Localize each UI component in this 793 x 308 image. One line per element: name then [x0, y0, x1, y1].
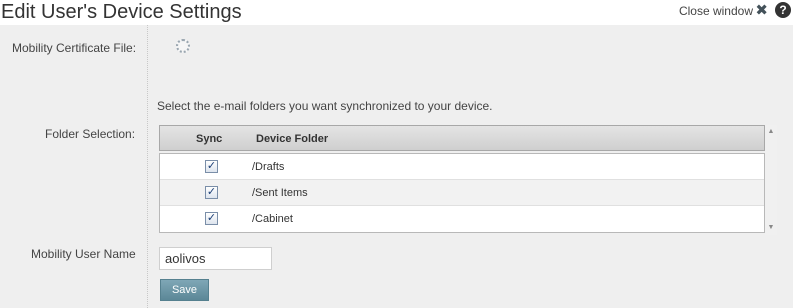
- table-body: ✓ /Drafts ✓ /Sent Items ✓ /Cabinet: [159, 153, 765, 233]
- sync-checkbox[interactable]: ✓: [205, 212, 218, 225]
- table-row: ✓ /Cabinet: [160, 206, 764, 232]
- loading-spinner-icon: [176, 39, 190, 53]
- certificate-file-label: Mobility Certificate File:: [12, 41, 137, 55]
- folder-selection-label: Folder Selection:: [45, 127, 136, 141]
- mobility-user-name-input[interactable]: [159, 247, 272, 270]
- settings-form: Mobility Certificate File: Folder Select…: [0, 25, 793, 308]
- folder-name: /Drafts: [252, 161, 285, 173]
- table-row: ✓ /Sent Items: [160, 180, 764, 206]
- label-column: Mobility Certificate File: Folder Select…: [0, 25, 148, 308]
- help-icon[interactable]: ?: [775, 2, 791, 18]
- mobility-user-name-label: Mobility User Name: [31, 247, 136, 261]
- folder-table: Sync Device Folder ✓ /Drafts ✓ /Sent Ite…: [159, 125, 765, 235]
- scroll-down-icon[interactable]: ▼: [765, 223, 777, 233]
- table-header: Sync Device Folder: [159, 125, 765, 151]
- folder-name: /Sent Items: [252, 187, 308, 199]
- dialog-header: Edit User's Device Settings Close window…: [0, 0, 793, 25]
- column-header-device-folder[interactable]: Device Folder: [256, 133, 328, 145]
- sync-checkbox[interactable]: ✓: [205, 160, 218, 173]
- sync-checkbox[interactable]: ✓: [205, 186, 218, 199]
- column-header-sync[interactable]: Sync: [196, 133, 222, 145]
- page-title: Edit User's Device Settings: [1, 1, 242, 23]
- close-window-link[interactable]: Close window: [679, 4, 753, 18]
- folder-instruction-text: Select the e-mail folders you want synch…: [157, 99, 493, 113]
- close-icon[interactable]: ✖: [755, 1, 768, 19]
- table-scrollbar[interactable]: ▲ ▼: [765, 125, 777, 235]
- scroll-up-icon[interactable]: ▲: [765, 127, 777, 137]
- folder-name: /Cabinet: [252, 213, 293, 225]
- table-row: ✓ /Drafts: [160, 154, 764, 180]
- save-button[interactable]: Save: [160, 279, 209, 301]
